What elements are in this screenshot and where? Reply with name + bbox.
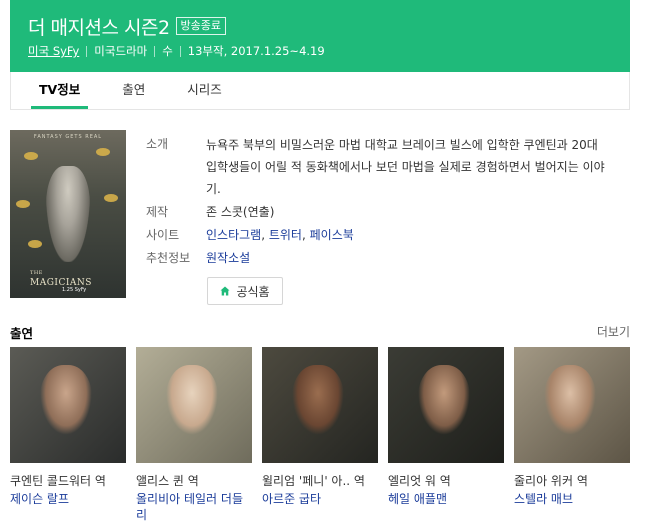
cast-item[interactable]: 엘리엇 워 역 헤일 애플맨 xyxy=(388,347,504,507)
poster-logo: THE MAGICIANS xyxy=(30,270,92,288)
cast-photo[interactable] xyxy=(514,347,630,463)
info-panel: 소개 뉴욕주 북부의 비밀스러운 마법 대학교 브레이크 빌스에 입학한 쿠엔틴… xyxy=(146,134,636,268)
network-link[interactable]: 미국 SyFy xyxy=(28,43,79,59)
divider xyxy=(154,45,156,57)
episodes-text: 13부작, 2017.1.25~4.19 xyxy=(187,44,325,58)
meta-info: 미국 SyFy 미국드라마 수 13부작, 2017.1.25~4.19 xyxy=(28,43,616,59)
tab-bar: TV정보 출연 시리즈 xyxy=(10,72,630,110)
synopsis-text: 뉴욕주 북부의 비밀스러운 마법 대학교 브레이크 빌스에 입학한 쿠엔틴과 2… xyxy=(206,138,605,196)
facebook-link[interactable]: 페이스북 xyxy=(310,228,354,242)
status-badge: 방송종료 xyxy=(175,17,227,35)
cast-list: 쿠엔틴 콜드워터 역 제이슨 랄프 앨리스 퀸 역 올리비아 테일러 더들리 윌… xyxy=(10,347,630,527)
cast-header: 출연 더보기 xyxy=(10,323,630,342)
divider xyxy=(179,45,181,57)
cast-item[interactable]: 쿠엔틴 콜드워터 역 제이슨 랄프 xyxy=(10,347,126,507)
original-novel-link[interactable]: 원작소설 xyxy=(206,251,250,265)
production-row: 제작 존 스콧(연출) xyxy=(146,202,636,222)
cast-role: 윌리엄 '페니' 아.. 역 xyxy=(262,474,365,488)
moth-decoration xyxy=(24,152,38,160)
cast-role: 줄리아 위커 역 xyxy=(514,474,588,488)
cast-section-title: 출연 xyxy=(10,326,34,341)
cast-name-link[interactable]: 스텔라 매브 xyxy=(514,491,630,507)
cast-photo[interactable] xyxy=(136,347,252,463)
cast-photo[interactable] xyxy=(10,347,126,463)
moth-decoration xyxy=(104,194,118,202)
cast-photo[interactable] xyxy=(262,347,378,463)
cast-role: 앨리스 퀸 역 xyxy=(136,474,199,488)
title-header: 더 매지션스 시즌2 방송종료 미국 SyFy 미국드라마 수 13부작, 20… xyxy=(10,0,630,72)
cast-photo[interactable] xyxy=(388,347,504,463)
official-home-button[interactable]: 공식홈 xyxy=(207,277,283,305)
recommend-label: 추천정보 xyxy=(146,251,191,265)
tab-series[interactable]: 시리즈 xyxy=(179,72,230,109)
cast-item[interactable]: 앨리스 퀸 역 올리비아 테일러 더들리 xyxy=(136,347,252,523)
cast-item[interactable]: 윌리엄 '페니' 아.. 역 아르준 굽타 xyxy=(262,347,378,507)
production-label: 제작 xyxy=(146,205,169,219)
cast-role: 쿠엔틴 콜드워터 역 xyxy=(10,474,106,488)
moth-decoration xyxy=(16,200,30,208)
official-home-label: 공식홈 xyxy=(236,284,270,299)
poster-image[interactable]: FANTASY GETS REAL THE MAGICIANS 1.25 SyF… xyxy=(10,130,126,298)
airday-text: 수 xyxy=(162,44,173,58)
cast-name-link[interactable]: 아르준 굽타 xyxy=(262,491,378,507)
cast-name-link[interactable]: 올리비아 테일러 더들리 xyxy=(136,491,252,523)
synopsis-row: 소개 뉴욕주 북부의 비밀스러운 마법 대학교 브레이크 빌스에 입학한 쿠엔틴… xyxy=(146,134,636,200)
poster-date: 1.25 SyFy xyxy=(62,287,87,293)
tab-tv-info[interactable]: TV정보 xyxy=(31,72,89,109)
moth-decoration xyxy=(28,240,42,248)
site-label: 사이트 xyxy=(146,228,180,242)
cast-role: 엘리엇 워 역 xyxy=(388,474,451,488)
more-link[interactable]: 더보기 xyxy=(597,323,630,342)
poster-figure xyxy=(46,166,90,262)
production-text: 존 스콧(연출) xyxy=(206,205,275,219)
page-title: 더 매지션스 시즌2 xyxy=(28,16,170,39)
cast-name-link[interactable]: 헤일 애플맨 xyxy=(388,491,504,507)
recommend-row: 추천정보 원작소설 xyxy=(146,248,636,268)
synopsis-label: 소개 xyxy=(146,137,169,151)
twitter-link[interactable]: 트위터 xyxy=(269,228,302,242)
home-icon xyxy=(220,286,230,296)
site-links: 인스타그램, 트위터, 페이스북 xyxy=(206,228,354,242)
divider xyxy=(86,45,88,57)
site-row: 사이트 인스타그램, 트위터, 페이스북 xyxy=(146,225,636,245)
cast-item[interactable]: 줄리아 위커 역 스텔라 매브 xyxy=(514,347,630,507)
cast-name-link[interactable]: 제이슨 랄프 xyxy=(10,491,126,507)
poster-tagline: FANTASY GETS REAL xyxy=(33,134,103,140)
instagram-link[interactable]: 인스타그램 xyxy=(206,228,261,242)
moth-decoration xyxy=(96,148,110,156)
tab-cast[interactable]: 출연 xyxy=(114,72,153,109)
genre-text: 미국드라마 xyxy=(94,44,148,58)
